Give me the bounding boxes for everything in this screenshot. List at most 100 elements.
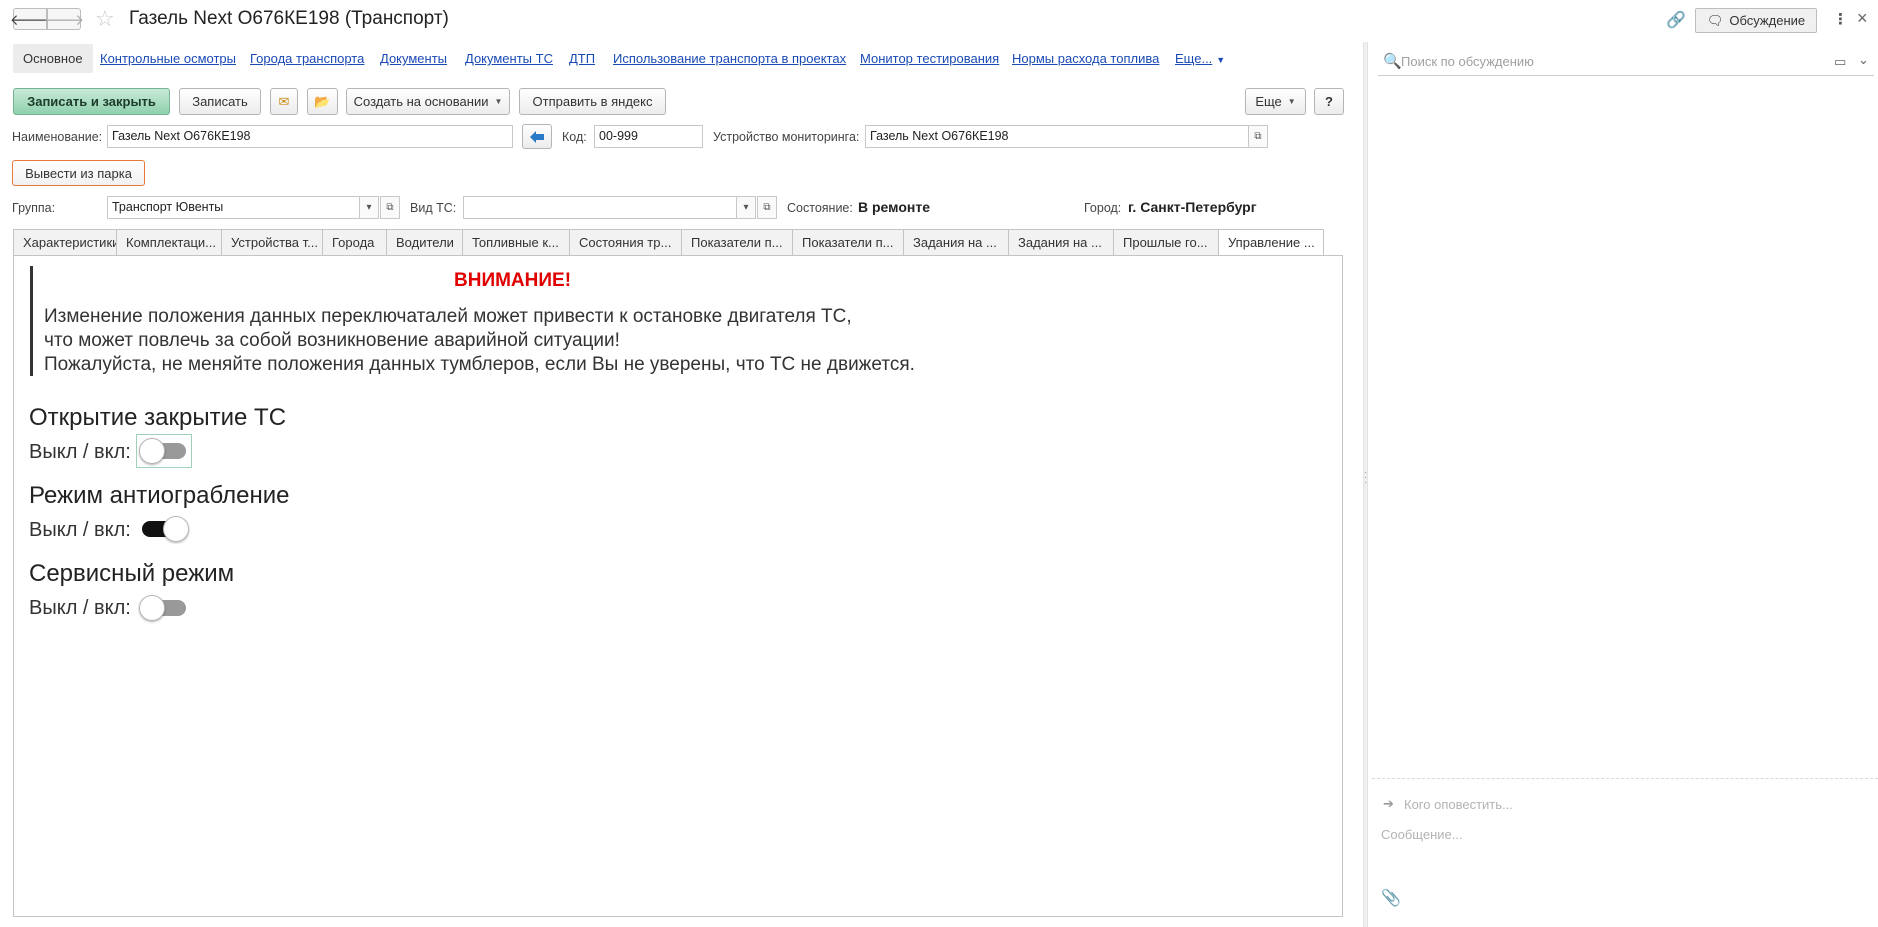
toggle-label-service-mode: Выкл / вкл:: [29, 597, 131, 619]
toggle-open-close[interactable]: [136, 434, 192, 468]
favorite-star-icon[interactable]: ☆: [95, 6, 115, 32]
tab-7[interactable]: Состояния тр...: [569, 229, 681, 256]
tab-6[interactable]: Топливные к...: [462, 229, 569, 256]
warning-bar: [30, 266, 33, 376]
vehicle-type-open-button[interactable]: ⧉: [757, 196, 777, 219]
warning-line-1: Изменение положения данных переключатале…: [44, 306, 852, 327]
nav-link-fuel-norms[interactable]: Нормы расхода топлива: [1012, 51, 1159, 66]
open-icon: ⧉: [1254, 131, 1262, 142]
video-call-icon[interactable]: ▭: [1834, 54, 1846, 70]
tab-4[interactable]: Города: [322, 229, 386, 256]
nav-link-test-monitor[interactable]: Монитор тестирования: [860, 51, 999, 66]
warning-title: ВНИМАНИЕ!: [454, 270, 572, 291]
divider: [1372, 778, 1878, 779]
section-title-anti-robbery: Режим антиограбление: [29, 482, 290, 509]
nav-link-inspections[interactable]: Контрольные осмотры: [100, 51, 236, 66]
open-device-button[interactable]: ⧉: [1248, 125, 1268, 148]
group-open-button[interactable]: ⧉: [380, 196, 400, 219]
create-based-on-button[interactable]: Создать на основании ▼: [346, 88, 510, 115]
vehicle-type-field[interactable]: [463, 196, 737, 219]
section-title-open-close: Открытие закрытие ТС: [29, 404, 287, 431]
open-icon: ⧉: [763, 202, 771, 213]
window-title: Газель Next О676КЕ198 (Транспорт): [129, 8, 449, 29]
chevron-down-icon: ▼: [1216, 55, 1226, 65]
nav-link-vehicle-documents[interactable]: Документы ТС: [465, 51, 553, 66]
vehicle-type-dropdown-button[interactable]: ▾: [736, 196, 756, 219]
toggle-service-mode[interactable]: [138, 593, 190, 623]
tab-9[interactable]: Показатели п...: [792, 229, 903, 256]
folder-icon-button[interactable]: 📂: [307, 88, 338, 115]
folder-icon: 📂: [314, 93, 331, 109]
warning-line-3: Пожалуйста, не меняйте положения данных …: [44, 354, 915, 375]
code-label: Код:: [562, 130, 587, 144]
nav-more-label: Еще...: [1175, 51, 1213, 66]
tab-12[interactable]: Прошлые го...: [1113, 229, 1218, 256]
mail-icon: ✉: [278, 93, 290, 109]
city-value: г. Санкт-Петербург: [1128, 199, 1257, 215]
toggle-knob: [163, 516, 189, 542]
mail-icon-button[interactable]: ✉: [270, 88, 298, 115]
toggle-knob: [139, 595, 165, 621]
toggle-anti-robbery[interactable]: [138, 514, 190, 544]
discussion-search-input[interactable]: Поиск по обсуждению: [1401, 54, 1534, 69]
name-label: Наименование:: [12, 130, 103, 144]
tab-13[interactable]: Управление ...: [1218, 229, 1324, 256]
toggle-knob: [139, 438, 165, 464]
code-field[interactable]: 00-999: [594, 125, 703, 148]
more-button-label: Еще: [1255, 94, 1282, 109]
toggle-label-open-close: Выкл / вкл:: [29, 441, 131, 463]
generate-name-button[interactable]: [522, 124, 552, 149]
group-field[interactable]: Транспорт Ювенты: [107, 196, 360, 219]
nav-link-projects-usage[interactable]: Использование транспорта в проектах: [613, 51, 846, 66]
arrow-left-blue-icon: [530, 130, 544, 143]
splitter-grip-icon[interactable]: · · ·: [1364, 468, 1367, 488]
message-input[interactable]: Сообщение...: [1381, 827, 1463, 842]
tab-2[interactable]: Комплектаци...: [116, 229, 221, 256]
tab-1[interactable]: Характеристики: [13, 229, 116, 256]
caret-down-icon: ▼: [494, 97, 503, 106]
monitoring-device-field[interactable]: Газель Next О676КЕ198: [865, 125, 1249, 148]
tab-8[interactable]: Показатели п...: [681, 229, 792, 256]
state-label: Состояние:: [787, 201, 853, 215]
chevron-down-icon: ▾: [743, 202, 749, 213]
search-icon: 🔍: [1383, 53, 1402, 70]
kebab-menu-icon[interactable]: ⋮: [1833, 10, 1848, 28]
arrow-right-icon: ➔: [1383, 796, 1394, 811]
search-underline: [1378, 75, 1874, 76]
tab-10[interactable]: Задания на ...: [903, 229, 1008, 256]
nav-link-cities[interactable]: Города транспорта: [250, 51, 364, 66]
discussion-button-label: Обсуждение: [1729, 13, 1806, 28]
tab-11[interactable]: Задания на ...: [1008, 229, 1113, 256]
nav-tab-main[interactable]: Основное: [13, 44, 93, 73]
more-button[interactable]: Еще ▼: [1245, 88, 1306, 115]
help-button[interactable]: ?: [1314, 88, 1344, 115]
section-title-service-mode: Сервисный режим: [29, 560, 235, 587]
name-field[interactable]: Газель Next О676КЕ198: [107, 125, 513, 148]
remove-from-park-button[interactable]: Вывести из парка: [12, 160, 145, 186]
nav-link-documents[interactable]: Документы: [380, 51, 447, 66]
vehicle-type-label: Вид ТС:: [410, 201, 457, 215]
chevron-down-icon[interactable]: ⌄: [1858, 52, 1869, 68]
tab-5[interactable]: Водители: [386, 229, 462, 256]
warning-line-2: что может повлечь за собой возникновение…: [44, 330, 620, 351]
chat-icon: 🗨: [1706, 12, 1724, 28]
caret-down-icon: ▼: [1287, 97, 1296, 106]
notify-recipients-input[interactable]: Кого оповестить...: [1404, 797, 1513, 812]
state-value: В ремонте: [858, 199, 930, 215]
nav-link-accidents[interactable]: ДТП: [569, 51, 595, 66]
paperclip-icon[interactable]: 📎: [1381, 888, 1401, 908]
city-label: Город:: [1084, 201, 1122, 215]
save-and-close-button[interactable]: Записать и закрыть: [13, 88, 170, 115]
monitoring-device-label: Устройство мониторинга:: [713, 130, 860, 144]
close-icon[interactable]: ×: [1857, 8, 1868, 29]
create-based-on-label: Создать на основании: [353, 94, 489, 109]
discussion-button[interactable]: 🗨 Обсуждение: [1695, 8, 1817, 33]
send-to-yandex-button[interactable]: Отправить в яндекс: [519, 88, 666, 115]
back-button[interactable]: 🡐: [10, 8, 50, 30]
tab-3[interactable]: Устройства т...: [221, 229, 322, 256]
forward-button[interactable]: 🡒: [44, 8, 84, 30]
link-icon[interactable]: 🔗: [1666, 10, 1686, 30]
save-button[interactable]: Записать: [179, 88, 261, 115]
group-dropdown-button[interactable]: ▾: [359, 196, 379, 219]
nav-link-more[interactable]: Еще... ▼: [1175, 51, 1225, 66]
